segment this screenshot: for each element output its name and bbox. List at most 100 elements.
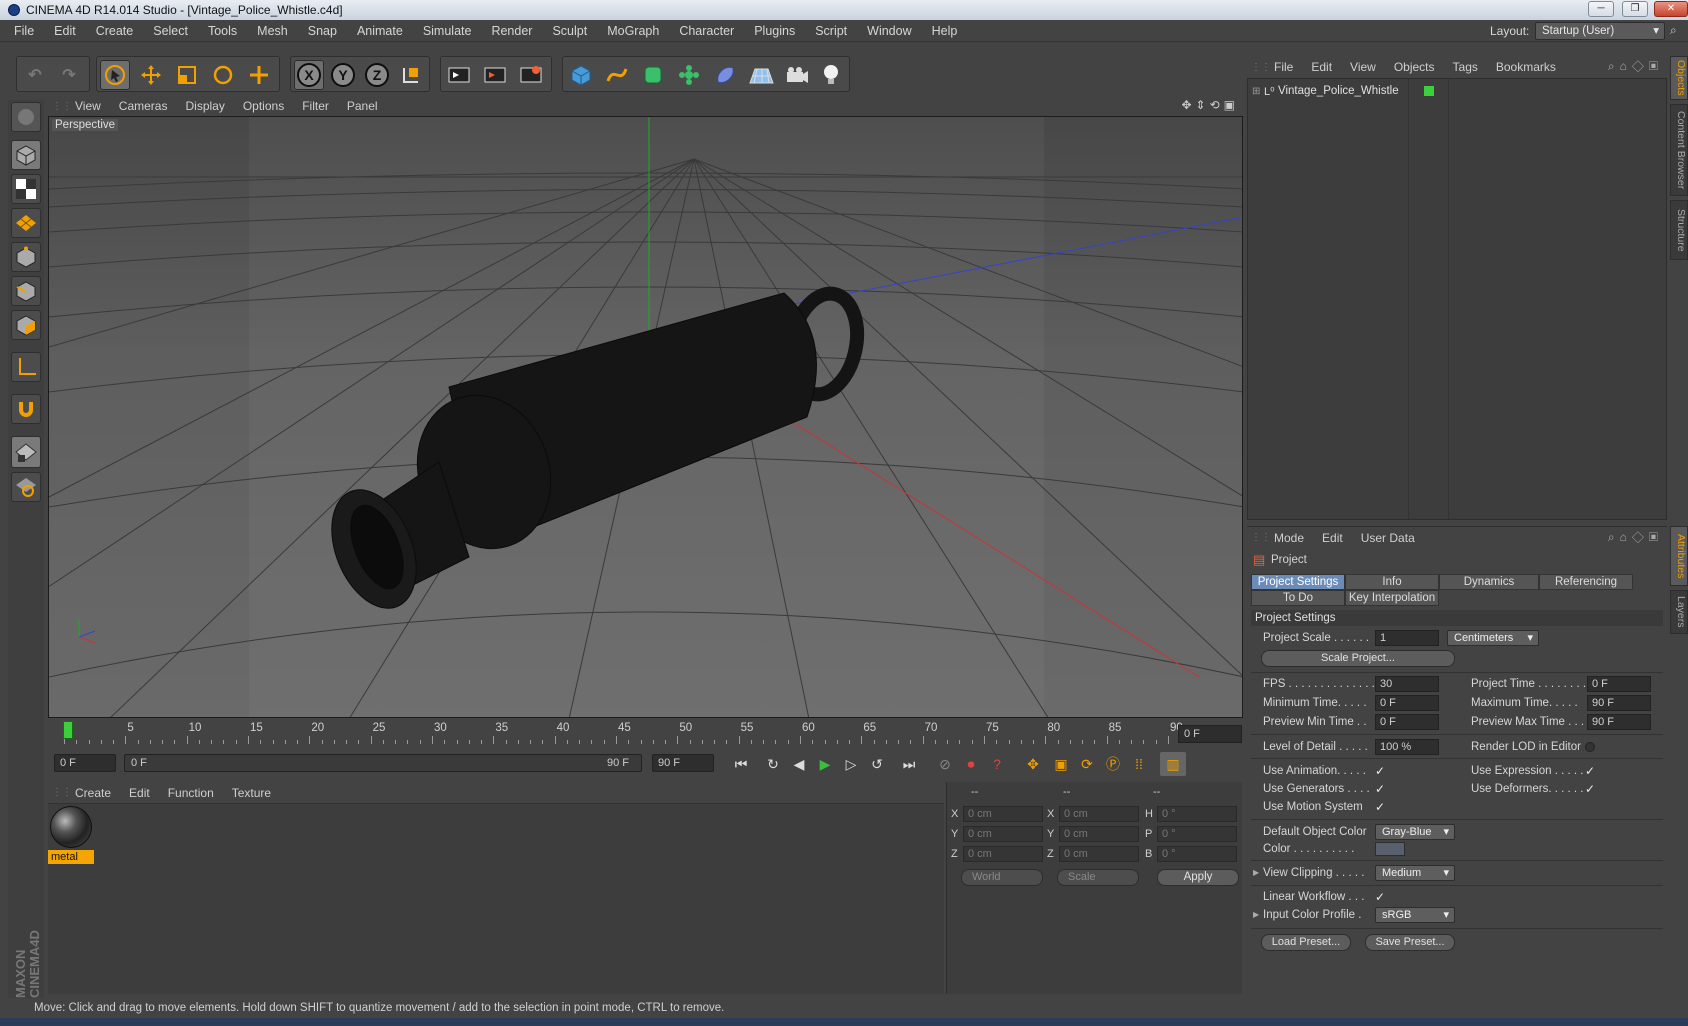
spline-icon[interactable] [602,60,632,90]
side-tab-structure[interactable]: Structure [1670,200,1688,260]
rotation-p-field[interactable]: 0 ° [1157,826,1237,842]
side-tab-layers[interactable]: Layers [1670,590,1688,634]
polygons-mode-icon[interactable] [11,310,41,340]
attr-menu-edit[interactable]: Edit [1313,528,1352,548]
y-axis-lock-icon[interactable]: Y [328,60,358,90]
coordinate-space-dropdown[interactable]: World [961,869,1043,886]
rotate-tool-icon[interactable] [208,60,238,90]
viewport-menu-panel[interactable]: Panel [338,96,387,116]
previous-frame-icon[interactable]: ◀ [786,752,812,776]
tab-info[interactable]: Info [1345,574,1439,590]
preview-max-time-field[interactable]: 90 F [1587,714,1651,730]
tab-referencing[interactable]: Referencing [1539,574,1633,590]
size-y-field[interactable]: 0 cm [1059,826,1139,842]
object-mode-icon[interactable] [11,140,41,170]
previous-keyframe-icon[interactable]: ↻ [760,752,786,776]
start-frame-field[interactable]: 0 F [54,754,116,772]
objects-menu-file[interactable]: File [1265,57,1302,77]
next-frame-icon[interactable]: ▷ [838,752,864,776]
linear-workflow-checkbox[interactable]: ✓ [1375,891,1387,903]
scale-tool-icon[interactable] [172,60,202,90]
tab-dynamics[interactable]: Dynamics [1439,574,1539,590]
expand-icon[interactable]: ⊞ [1252,86,1264,97]
menu-mograph[interactable]: MoGraph [597,20,669,42]
tab-project-settings[interactable]: Project Settings [1251,574,1345,590]
viewport-navigation-icons[interactable]: ✥⇕⟲▣ [1181,98,1239,112]
z-axis-lock-icon[interactable]: Z [362,60,392,90]
side-tab-content-browser[interactable]: Content Browser [1670,104,1688,196]
keyframe-selection-icon[interactable]: ? [984,752,1010,776]
maximize-button[interactable]: ❐ [1622,1,1648,17]
layout-select[interactable]: Startup (User) ▾ [1535,22,1665,40]
search-icon[interactable]: ⌕ [1670,23,1677,38]
model-mode-icon[interactable] [11,102,41,132]
object-row-vintage-police-whistle[interactable]: ⊞ L⁰ Vintage_Police_Whistle [1252,83,1434,99]
light-icon[interactable] [816,60,846,90]
play-icon[interactable]: ▶ [812,752,838,776]
menu-character[interactable]: Character [669,20,744,42]
use-expression-checkbox[interactable]: ✓ [1585,765,1597,777]
visibility-dot-icon[interactable] [1424,86,1434,96]
size-mode-dropdown[interactable]: Scale [1057,869,1139,886]
record-active-objects-icon[interactable]: ⊘ [932,752,958,776]
apply-button[interactable]: Apply [1157,869,1239,886]
minimum-time-field[interactable]: 0 F [1375,695,1439,711]
viewport-menu-display[interactable]: Display [176,96,233,116]
menu-mesh[interactable]: Mesh [247,20,298,42]
frame-range-slider[interactable]: 0 F 90 F [124,754,642,772]
tab-key-interpolation[interactable]: Key Interpolation [1345,590,1439,606]
use-motion-system-checkbox[interactable]: ✓ [1375,801,1387,813]
playhead-marker[interactable] [63,721,73,739]
minimize-button[interactable]: ─ [1588,1,1614,17]
menu-sculpt[interactable]: Sculpt [542,20,597,42]
use-deformers-checkbox[interactable]: ✓ [1585,783,1597,795]
recent-tool-icon[interactable] [244,60,274,90]
material-menu-texture[interactable]: Texture [223,783,280,803]
autokey-icon[interactable]: ⏺ [958,752,984,776]
rotation-b-field[interactable]: 0 ° [1157,846,1237,862]
menu-edit[interactable]: Edit [44,20,86,42]
render-picture-viewer-icon[interactable] [480,60,510,90]
x-axis-lock-icon[interactable]: X [294,60,324,90]
menu-help[interactable]: Help [922,20,968,42]
default-object-color-dropdown[interactable]: Gray-Blue ▾ [1375,824,1455,840]
material-menu-create[interactable]: Create [66,783,120,803]
menu-select[interactable]: Select [143,20,198,42]
menu-create[interactable]: Create [86,20,144,42]
menu-script[interactable]: Script [805,20,857,42]
expand-arrow-icon[interactable]: ▶ [1253,868,1259,877]
key-scale-icon[interactable]: ▣ [1048,752,1074,776]
objects-menu-edit[interactable]: Edit [1302,57,1341,77]
use-animation-checkbox[interactable]: ✓ [1375,765,1387,777]
current-frame-field[interactable]: 0 F [1178,725,1242,743]
scale-project-button[interactable]: Scale Project... [1261,650,1455,667]
render-lod-checkbox[interactable] [1585,742,1595,752]
floor-icon[interactable] [746,60,776,90]
menu-snap[interactable]: Snap [298,20,347,42]
key-pla-icon[interactable]: ⁞⁞ [1126,752,1152,776]
points-mode-icon[interactable] [11,242,41,272]
move-tool-icon[interactable] [136,60,166,90]
workplane-lock-icon[interactable] [11,436,41,468]
position-x-field[interactable]: 0 cm [963,806,1043,822]
key-parameter-icon[interactable]: Ⓟ [1100,752,1126,776]
menu-animate[interactable]: Animate [347,20,413,42]
menu-render[interactable]: Render [481,20,542,42]
level-of-detail-field[interactable]: 100 % [1375,739,1439,755]
next-keyframe-icon[interactable]: ↺ [864,752,890,776]
load-preset-button[interactable]: Load Preset... [1261,934,1351,951]
expand-arrow-icon[interactable]: ▶ [1253,910,1259,919]
side-tab-objects[interactable]: Objects [1670,56,1688,100]
objects-menu-objects[interactable]: Objects [1385,57,1444,77]
render-view-icon[interactable] [444,60,474,90]
viewport-menu-view[interactable]: View [66,96,110,116]
preview-min-time-field[interactable]: 0 F [1375,714,1439,730]
coordinate-system-icon[interactable] [396,60,426,90]
go-to-start-icon[interactable]: ⏮ [728,752,754,776]
save-preset-button[interactable]: Save Preset... [1365,934,1455,951]
view-clipping-dropdown[interactable]: Medium ▾ [1375,865,1455,881]
side-tab-attributes[interactable]: Attributes [1670,526,1688,586]
render-settings-icon[interactable] [516,60,546,90]
menu-simulate[interactable]: Simulate [413,20,482,42]
maximum-time-field[interactable]: 90 F [1587,695,1651,711]
